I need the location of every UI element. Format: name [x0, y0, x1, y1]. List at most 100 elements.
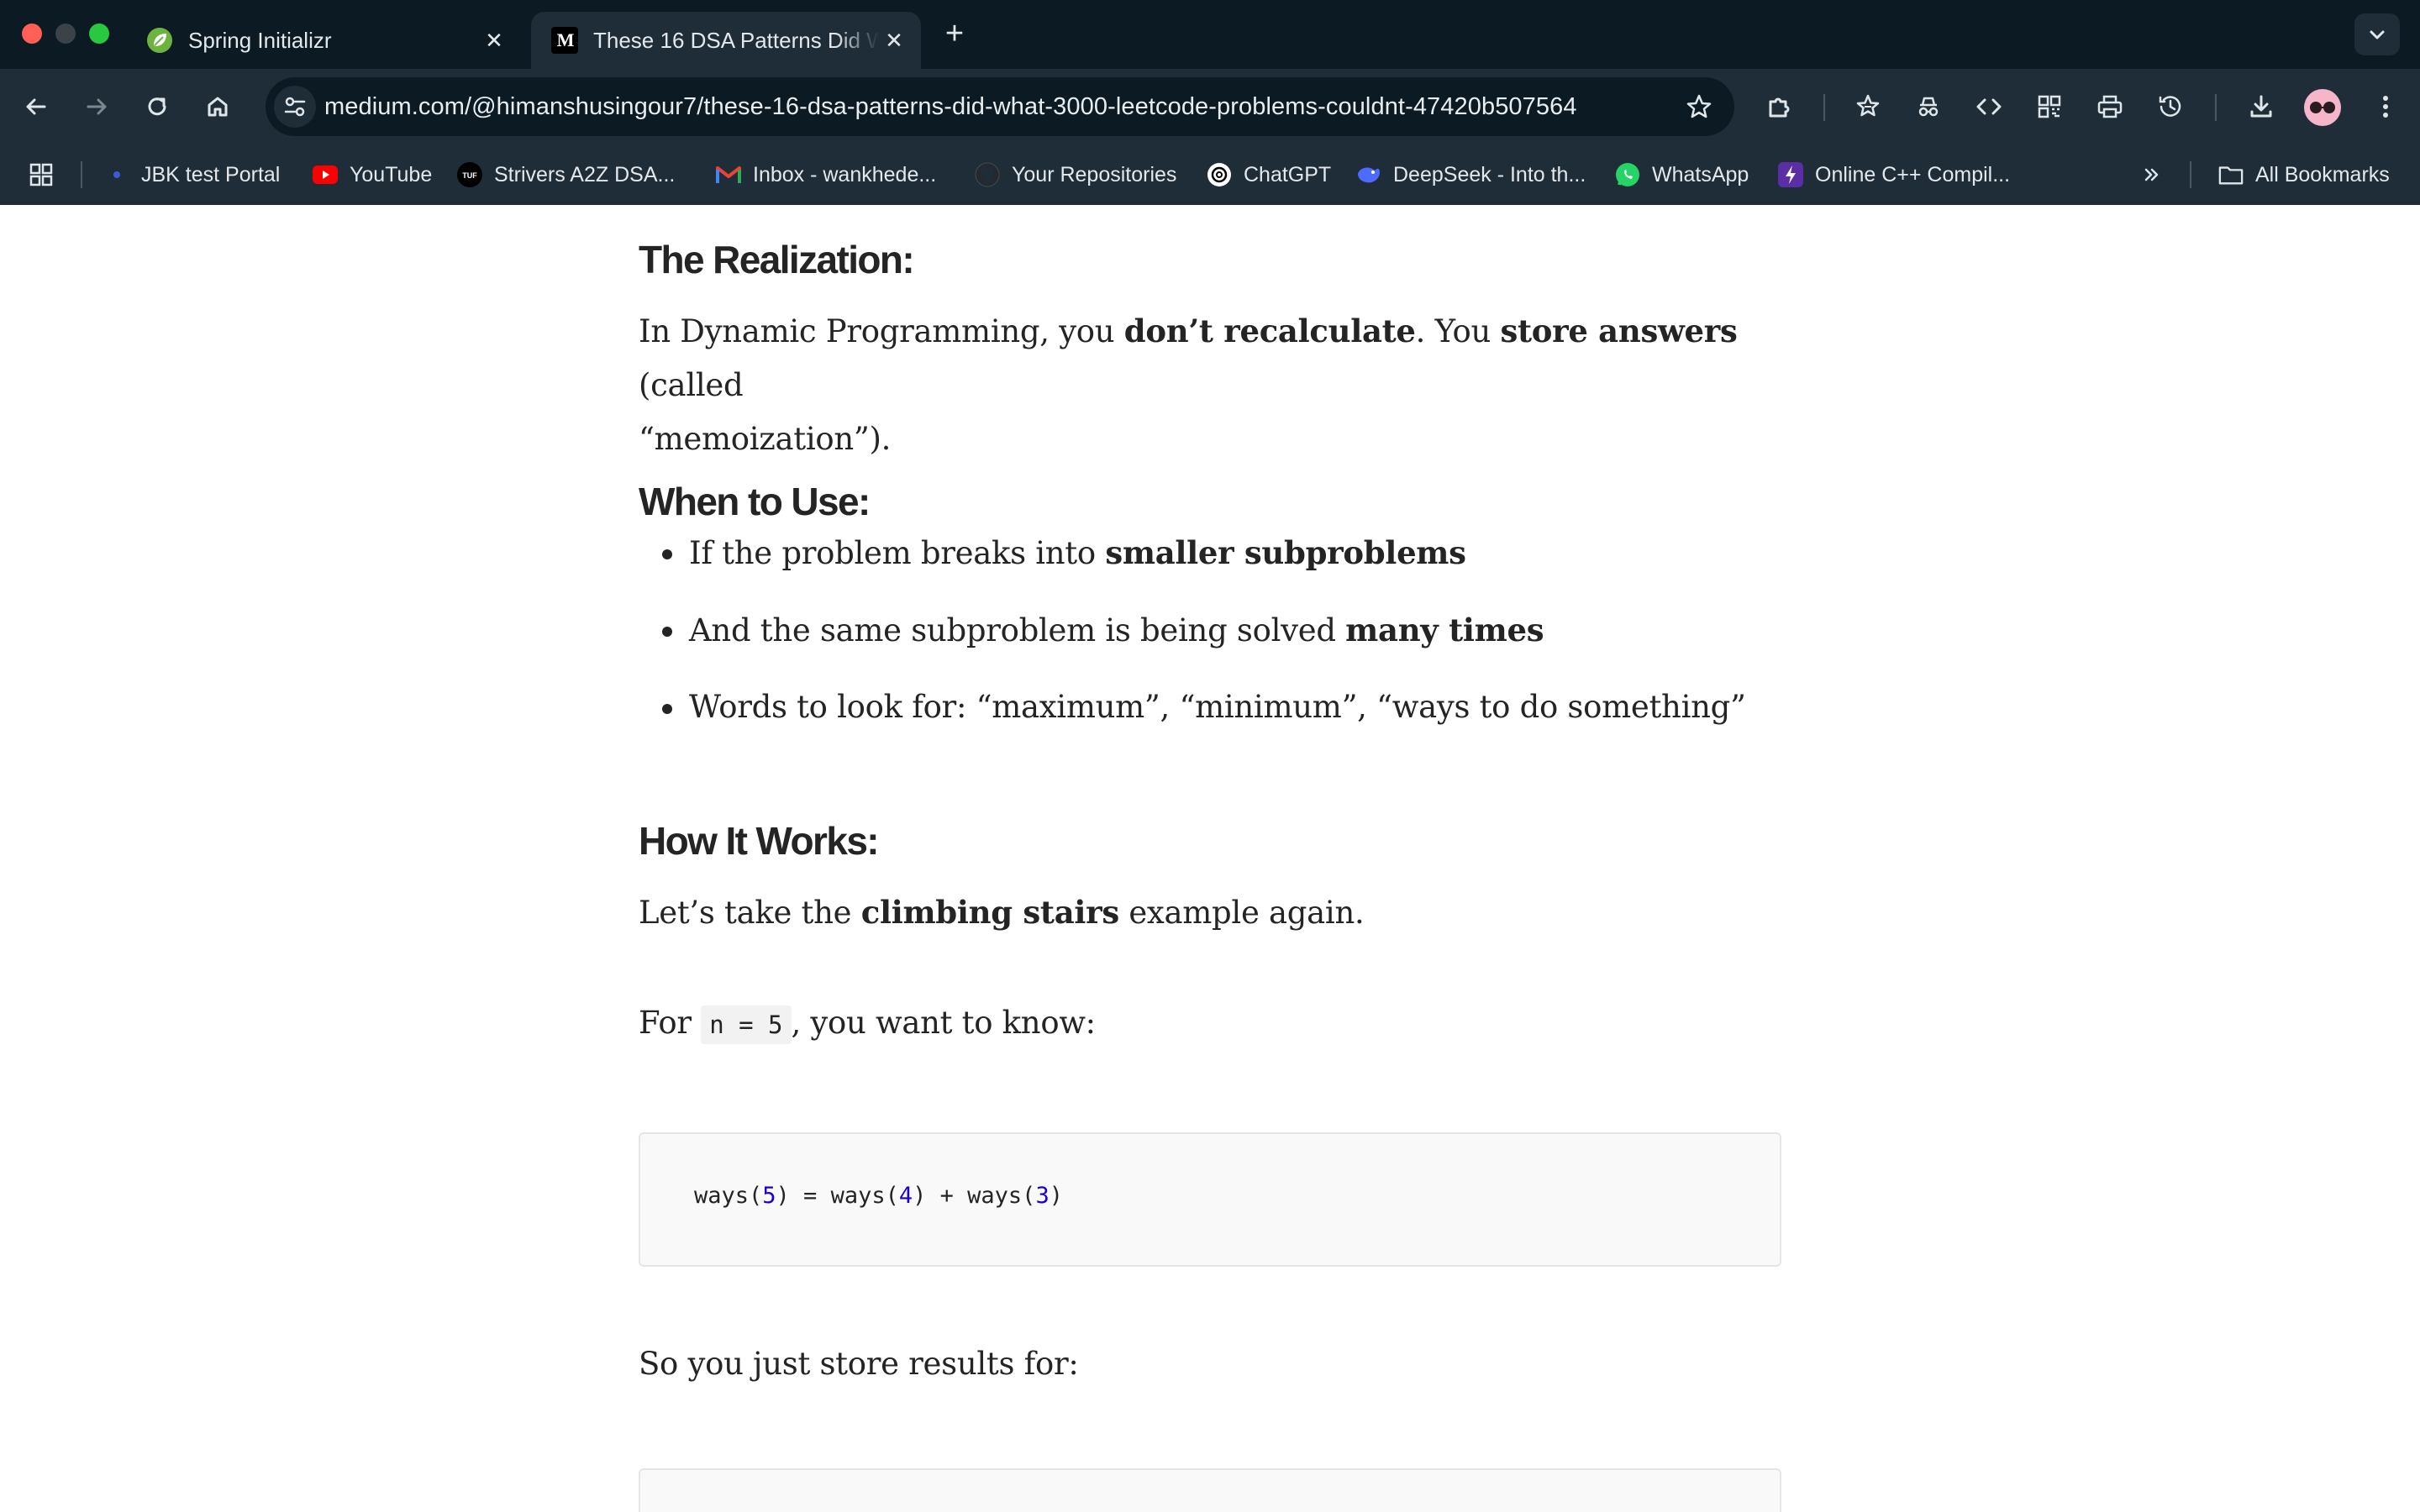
- toolbar-divider: [2215, 94, 2217, 121]
- bookmark-label: Your Repositories: [1012, 162, 1177, 186]
- medium-logo-icon: M: [551, 27, 578, 54]
- download-icon: [2250, 95, 2272, 118]
- bookmark-deepseek[interactable]: DeepSeek - Into th...: [1356, 144, 1586, 205]
- code-token: ) = ways(: [776, 1183, 899, 1209]
- youtube-icon: [313, 162, 338, 187]
- text-run: (called: [639, 367, 744, 403]
- tab-medium-article[interactable]: M These 16 DSA Patterns Did What 3000 Le…: [531, 12, 921, 69]
- devtools-extension-button[interactable]: [1970, 87, 2008, 126]
- bullet-dot: [662, 549, 672, 559]
- forward-button[interactable]: [77, 87, 116, 126]
- printer-icon: [2097, 95, 2123, 118]
- incognito-extension-button[interactable]: [1909, 87, 1948, 126]
- bold-text: don’t recalculate: [1123, 312, 1416, 349]
- heading-realization: The Realization:: [639, 238, 915, 281]
- heading-when-to-use: When to Use:: [639, 480, 871, 523]
- bookmarks-divider: [2190, 161, 2191, 188]
- spring-leaf-icon: [146, 27, 173, 54]
- code-token: ways(: [694, 1183, 763, 1209]
- bookmark-star-button[interactable]: [1681, 88, 1718, 125]
- home-button[interactable]: [198, 87, 237, 126]
- bookmark-label: ChatGPT: [1244, 162, 1332, 186]
- more-bookmarks-button[interactable]: [2139, 144, 2165, 205]
- code-block: [639, 1468, 1781, 1512]
- site-info-button[interactable]: [274, 86, 316, 128]
- text-run: “memoization”).: [639, 421, 892, 457]
- paragraph-realization: In Dynamic Programming, you don’t recalc…: [639, 304, 1781, 466]
- window-zoom-button[interactable]: [89, 24, 109, 44]
- code-token: ) + ways(: [913, 1183, 1036, 1209]
- address-bar[interactable]: medium.com/@himanshusingour7/these-16-ds…: [266, 77, 1734, 136]
- tab-search-button[interactable]: [2354, 13, 2400, 55]
- bookmark-jbk-test-portal[interactable]: JBK test Portal: [104, 144, 280, 205]
- extensions-button[interactable]: [1760, 87, 1798, 126]
- text-run: If the problem breaks into: [689, 535, 1106, 571]
- chatgpt-icon: [1207, 162, 1232, 187]
- url-text[interactable]: medium.com/@himanshusingour7/these-16-ds…: [324, 93, 1577, 121]
- text-run: . You: [1415, 313, 1501, 349]
- code-token: ): [1049, 1183, 1063, 1209]
- tab-close-icon[interactable]: ✕: [479, 25, 509, 55]
- text-run: Let’s take the: [639, 895, 861, 931]
- bookmark-chatgpt[interactable]: ChatGPT: [1207, 144, 1331, 205]
- bookmark-gmail-inbox[interactable]: Inbox - wankhede...: [716, 144, 936, 205]
- print-button[interactable]: [2091, 87, 2129, 126]
- when-to-use-list: If the problem breaks into smaller subpr…: [639, 526, 1781, 758]
- avatar-glasses-icon: [2310, 102, 2335, 113]
- bold-text: climbing stairs: [860, 894, 1119, 931]
- downloads-button[interactable]: [2242, 87, 2281, 126]
- bullet-dot: [662, 704, 672, 714]
- browser-window: Spring Initializr ✕ M These 16 DSA Patte…: [0, 0, 2420, 1512]
- window-minimize-button[interactable]: [55, 24, 76, 44]
- reload-button[interactable]: [138, 87, 176, 126]
- all-bookmarks-button[interactable]: All Bookmarks: [2218, 144, 2390, 205]
- bookmark-label: YouTube: [350, 162, 433, 186]
- profile-avatar[interactable]: [2304, 89, 2341, 126]
- qr-code-button[interactable]: [2030, 87, 2069, 126]
- gmail-icon: [716, 162, 741, 187]
- code-block: ways(5) = ways(4) + ways(3): [639, 1132, 1781, 1267]
- window-close-button[interactable]: [22, 24, 42, 44]
- text-run: And the same subproblem is being solved: [689, 612, 1346, 648]
- reload-icon: [148, 97, 166, 116]
- more-vertical-icon: [2383, 96, 2388, 118]
- apps-button[interactable]: [29, 144, 54, 205]
- new-tab-button[interactable]: +: [938, 17, 971, 50]
- bookmarks-bar: JBK test Portal YouTube TUF Strivers A2Z…: [0, 144, 2420, 205]
- github-icon: [975, 162, 1000, 187]
- text-run: , you want to know:: [791, 1005, 1097, 1041]
- favorites-extension-button[interactable]: [1849, 87, 1887, 126]
- chevron-double-right-icon: [2144, 168, 2159, 181]
- tab-strip: Spring Initializr ✕ M These 16 DSA Patte…: [0, 0, 2420, 69]
- text-run: example again.: [1118, 895, 1365, 931]
- paragraph-store-results: So you just store results for:: [639, 1346, 1079, 1382]
- tab-close-icon[interactable]: ✕: [879, 25, 909, 55]
- svg-text:TUF: TUF: [462, 171, 477, 180]
- code-number: 5: [762, 1183, 776, 1209]
- tab-title: Spring Initializr: [188, 27, 332, 53]
- bookmark-online-cpp-compiler[interactable]: Online C++ Compil...: [1778, 144, 2010, 205]
- bookmark-label: DeepSeek - Into th...: [1393, 162, 1586, 186]
- bold-text: many times: [1345, 612, 1544, 648]
- bookmark-youtube[interactable]: YouTube: [313, 144, 432, 205]
- home-icon: [208, 97, 228, 117]
- back-button[interactable]: [17, 87, 55, 126]
- bookmark-your-repositories[interactable]: Your Repositories: [975, 144, 1176, 205]
- list-item: If the problem breaks into smaller subpr…: [639, 526, 1781, 603]
- bookmark-label: Strivers A2Z DSA...: [494, 162, 676, 186]
- bookmark-whatsapp[interactable]: WhatsApp: [1615, 144, 1749, 205]
- puzzle-icon: [1769, 97, 1790, 118]
- list-item: Words to look for: “maximum”, “minimum”,…: [639, 680, 1781, 758]
- tab-spring-initializr[interactable]: Spring Initializr ✕: [126, 12, 521, 69]
- history-button[interactable]: [2151, 87, 2190, 126]
- text-run: Words to look for: “maximum”, “minimum”,…: [689, 689, 1746, 725]
- bold-text: smaller subproblems: [1105, 534, 1466, 571]
- code-number: 4: [898, 1183, 913, 1209]
- inline-code: n = 5: [701, 1005, 792, 1044]
- list-item: And the same subproblem is being solved …: [639, 603, 1781, 680]
- all-bookmarks-label: All Bookmarks: [2255, 162, 2390, 186]
- tuf-icon: TUF: [457, 162, 482, 187]
- chrome-menu-button[interactable]: [2366, 87, 2405, 126]
- star-list-icon: [1856, 94, 1880, 117]
- bookmark-strivers-a2z[interactable]: TUF Strivers A2Z DSA...: [457, 144, 675, 205]
